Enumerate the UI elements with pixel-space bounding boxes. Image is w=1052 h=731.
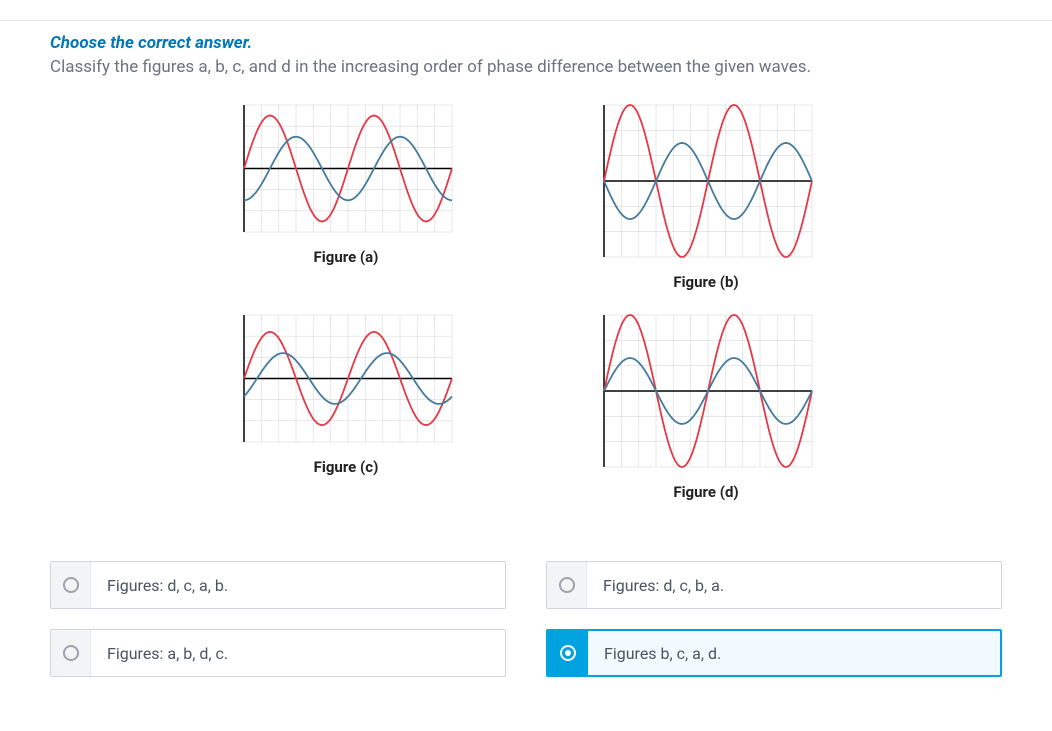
- figure-a-caption: Figure (a): [236, 248, 456, 266]
- figure-d-caption: Figure (d): [596, 483, 816, 501]
- question-text: Classify the figures a, b, c, and d in t…: [50, 57, 1002, 77]
- radio-box: [51, 630, 91, 676]
- radio-icon: [559, 577, 575, 593]
- figure-c-chart: [236, 311, 456, 446]
- options-grid: Figures: d, c, a, b. Figures: d, c, b, a…: [50, 561, 1002, 677]
- radio-box: [51, 562, 91, 608]
- option-3[interactable]: Figures: a, b, d, c.: [50, 629, 506, 677]
- figure-c-cell: Figure (c): [236, 311, 456, 501]
- option-4[interactable]: Figures b, c, a, d.: [546, 629, 1002, 677]
- figure-d-chart: [596, 311, 816, 471]
- radio-box: [548, 631, 588, 675]
- radio-box: [547, 562, 587, 608]
- figure-b-caption: Figure (b): [596, 273, 816, 291]
- top-divider: [0, 20, 1052, 21]
- option-label: Figures: d, c, a, b.: [91, 562, 505, 608]
- figure-b-cell: Figure (b): [596, 101, 816, 291]
- radio-icon: [63, 577, 79, 593]
- figure-b-chart: [596, 101, 816, 261]
- figures-grid: Figure (a) Figure (b) Figure (c) Figure …: [176, 101, 876, 501]
- option-label: Figures: d, c, b, a.: [587, 562, 1001, 608]
- option-label: Figures b, c, a, d.: [588, 631, 1000, 675]
- option-2[interactable]: Figures: d, c, b, a.: [546, 561, 1002, 609]
- radio-icon: [560, 645, 576, 661]
- radio-icon: [63, 645, 79, 661]
- instruction-text: Choose the correct answer.: [50, 33, 1002, 53]
- figure-a-cell: Figure (a): [236, 101, 456, 291]
- figure-c-caption: Figure (c): [236, 458, 456, 476]
- figure-a-chart: [236, 101, 456, 236]
- figure-d-cell: Figure (d): [596, 311, 816, 501]
- option-1[interactable]: Figures: d, c, a, b.: [50, 561, 506, 609]
- option-label: Figures: a, b, d, c.: [91, 630, 505, 676]
